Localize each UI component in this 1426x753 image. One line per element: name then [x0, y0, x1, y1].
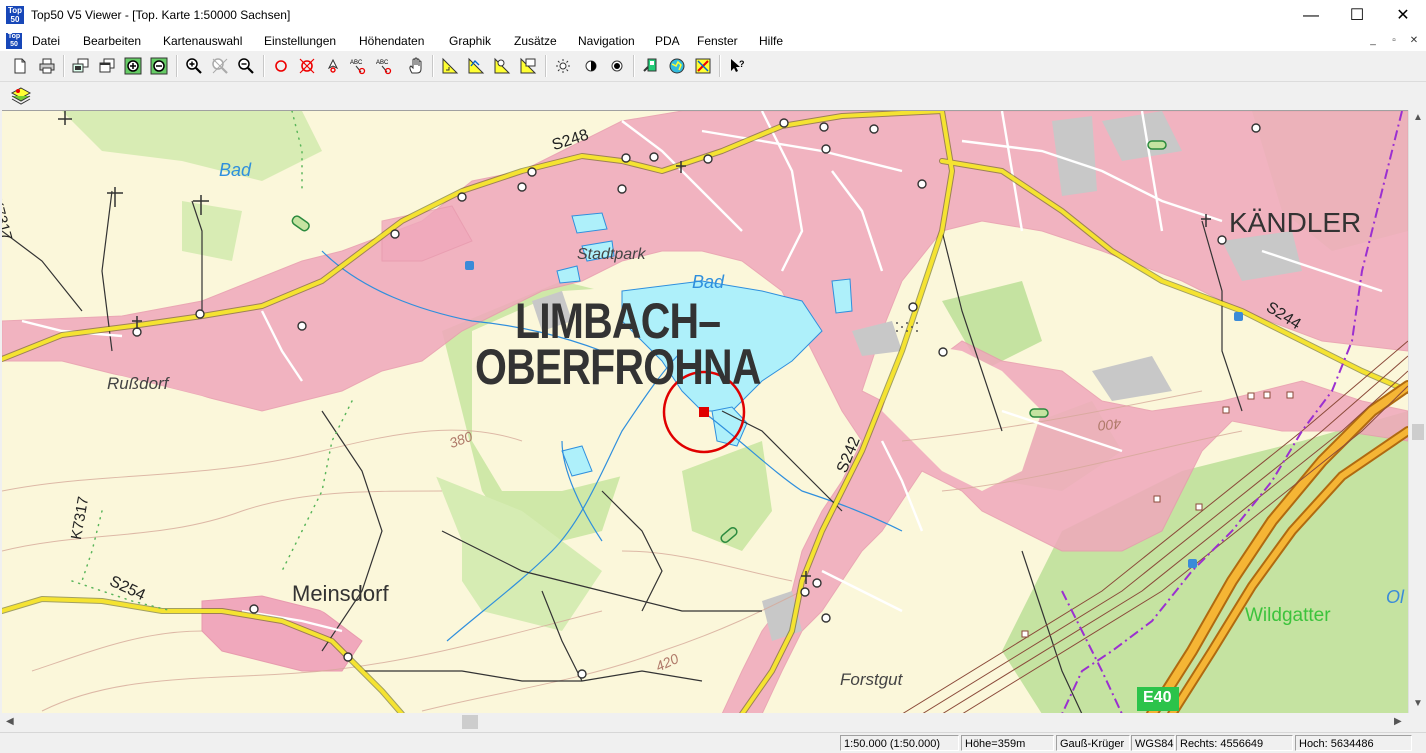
menu-graphik[interactable]: Graphik	[449, 34, 491, 48]
menu-zusaetze[interactable]: Zusätze	[514, 34, 557, 48]
zoom-area-icon[interactable]	[122, 55, 144, 77]
ruler-triangle-icon[interactable]	[439, 55, 461, 77]
minimize-button[interactable]: —	[1288, 0, 1334, 31]
print-icon[interactable]	[36, 55, 58, 77]
secondary-toolbar	[0, 81, 1426, 110]
document-system-icon[interactable]: Top 50	[6, 33, 22, 49]
mdi-minimize-button[interactable]: _	[1366, 34, 1380, 48]
status-hoch: Hoch: 5634486	[1295, 735, 1412, 751]
zoom-out-icon[interactable]	[235, 55, 257, 77]
menu-navigation[interactable]: Navigation	[578, 34, 635, 48]
position-marker	[699, 407, 709, 417]
grid-icon[interactable]	[517, 55, 539, 77]
profile-icon[interactable]	[465, 55, 487, 77]
menu-hilfe[interactable]: Hilfe	[759, 34, 783, 48]
title-bar: Top 50 Top50 V5 Viewer - [Top. Karte 1:50…	[0, 0, 1426, 32]
svg-text:ABC: ABC	[350, 60, 363, 66]
zoom-disabled-icon[interactable]	[209, 55, 231, 77]
horizontal-scroll-thumb[interactable]	[462, 715, 478, 729]
scroll-up-icon[interactable]: ▲	[1413, 112, 1423, 123]
label-ol: Ol	[1386, 587, 1404, 607]
route-abc2-icon[interactable]: ABC	[374, 55, 396, 77]
status-projection: Gauß-Krüger	[1056, 735, 1130, 751]
label-height-400: 400	[1097, 416, 1123, 434]
label-oberfrohna: OBERFROHNA	[475, 339, 761, 395]
status-height: Höhe=359m	[961, 735, 1054, 751]
menu-bar: Top 50 Datei Bearbeiten Kartenauswahl Ein…	[0, 31, 1426, 51]
delete-mark-icon[interactable]	[296, 55, 318, 77]
gps-icon[interactable]	[640, 55, 662, 77]
scroll-right-icon[interactable]: ▶	[1394, 716, 1402, 727]
menu-fenster[interactable]: Fenster	[697, 34, 738, 48]
scroll-down-icon[interactable]: ▼	[1413, 698, 1423, 709]
globe-icon[interactable]	[666, 55, 688, 77]
mdi-close-button[interactable]: ✕	[1407, 34, 1421, 48]
status-scale: 1:50.000 (1:50.000)	[840, 735, 959, 751]
status-datum: WGS84	[1131, 735, 1175, 751]
help-cursor-icon[interactable]: ?	[726, 55, 748, 77]
main-toolbar: ABC ABC ?	[0, 52, 1426, 80]
map-layers-icon[interactable]	[70, 55, 92, 77]
svg-text:?: ?	[739, 59, 745, 69]
route-abc-icon[interactable]: ABC	[348, 55, 370, 77]
label-russdorf: Rußdorf	[107, 374, 169, 393]
horizontal-scrollbar[interactable]: ◀ ▶	[2, 713, 1408, 731]
menu-einstellungen[interactable]: Einstellungen	[264, 34, 336, 48]
label-kaendler: KÄNDLER	[1229, 207, 1362, 238]
zoom-fit-icon[interactable]	[148, 55, 170, 77]
menu-hoehendaten[interactable]: Höhendaten	[359, 34, 424, 48]
maximize-button[interactable]: ☐	[1334, 0, 1380, 31]
map-stack-icon[interactable]	[9, 85, 33, 107]
menu-datei[interactable]: Datei	[32, 34, 60, 48]
contrast-icon[interactable]	[580, 55, 602, 77]
pin-icon[interactable]	[322, 55, 344, 77]
close-button[interactable]: ✕	[1380, 0, 1426, 31]
label-forstgut: Forstgut	[840, 670, 903, 689]
map-view[interactable]: LIMBACH– OBERFROHNA KÄNDLER Meinsdorf Ru…	[2, 110, 1408, 714]
menu-bearbeiten[interactable]: Bearbeiten	[83, 34, 141, 48]
vertical-scrollbar[interactable]: ▲ ▼	[1408, 110, 1426, 713]
vertical-scroll-thumb[interactable]	[1412, 424, 1424, 440]
app-logo-icon[interactable]: Top 50	[6, 6, 24, 24]
brightness-icon[interactable]	[552, 55, 574, 77]
status-rechts: Rechts: 4556649	[1176, 735, 1293, 751]
label-meinsdorf: Meinsdorf	[292, 581, 389, 606]
menu-kartenauswahl[interactable]: Kartenauswahl	[163, 34, 242, 48]
circle-mark-icon[interactable]	[270, 55, 292, 77]
scroll-left-icon[interactable]: ◀	[6, 716, 14, 727]
label-bad-center: Bad	[692, 272, 725, 292]
zoom-in-icon[interactable]	[183, 55, 205, 77]
menu-pda[interactable]: PDA	[655, 34, 680, 48]
measure-area-icon[interactable]	[491, 55, 513, 77]
new-icon[interactable]	[9, 55, 31, 77]
map-canvas[interactable]	[2, 111, 1408, 714]
window-title: Top50 V5 Viewer - [Top. Karte 1:50000 Sa…	[31, 8, 291, 22]
status-bar: 1:50.000 (1:50.000) Höhe=359m Gauß-Krüge…	[0, 732, 1426, 753]
compass-icon[interactable]	[692, 55, 714, 77]
dot-icon[interactable]	[606, 55, 628, 77]
label-stadtpark: Stadtpark	[577, 246, 646, 263]
hand-pan-icon[interactable]	[405, 55, 427, 77]
label-bad-west: Bad	[219, 160, 252, 180]
mdi-restore-button[interactable]: ▫	[1387, 34, 1401, 48]
svg-text:ABC: ABC	[376, 60, 389, 66]
label-e40: E40	[1143, 689, 1172, 706]
window-icon[interactable]	[96, 55, 118, 77]
label-wildgatter: Wildgatter	[1245, 605, 1331, 626]
